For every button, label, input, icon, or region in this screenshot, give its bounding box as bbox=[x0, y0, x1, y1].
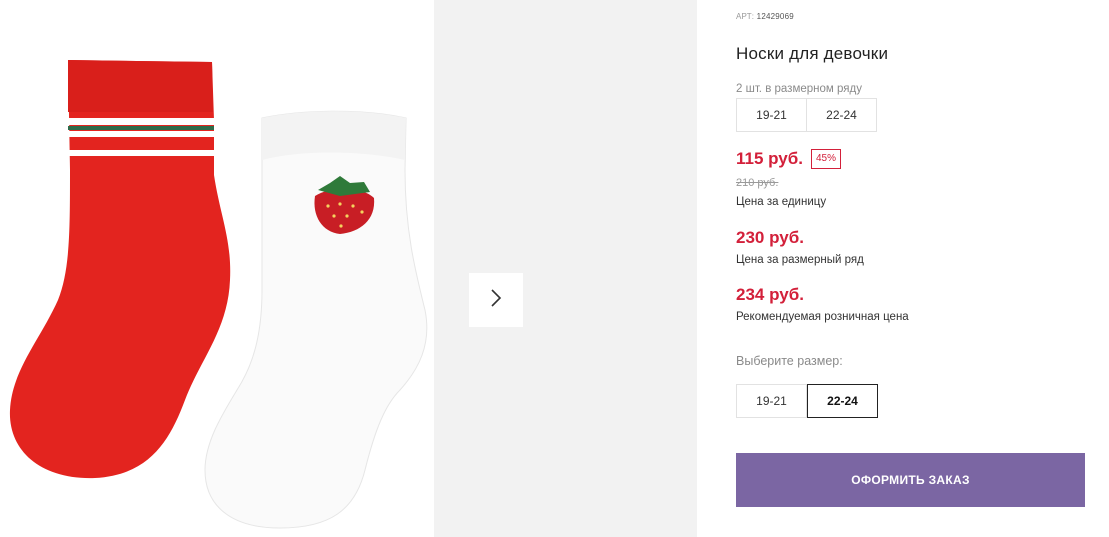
unit-price: 115 руб. bbox=[736, 149, 803, 168]
product-info: АРТ: 12429069 Носки для девочки 2 шт. в … bbox=[736, 0, 1086, 537]
chevron-right-icon bbox=[489, 287, 503, 314]
pack-size-cell: 19-21 bbox=[736, 98, 807, 132]
next-image-button[interactable] bbox=[469, 273, 523, 327]
row-price-caption: Цена за размерный ряд bbox=[736, 254, 864, 266]
place-order-button[interactable]: ОФОРМИТЬ ЗАКАЗ bbox=[736, 453, 1085, 507]
row-price: 230 руб. bbox=[736, 228, 804, 247]
article-number: АРТ: 12429069 bbox=[736, 12, 794, 21]
secondary-photo-panel bbox=[434, 0, 697, 537]
product-gallery bbox=[0, 0, 697, 537]
product-photo bbox=[0, 0, 434, 537]
discount-badge: 45% bbox=[811, 149, 842, 169]
article-value: 12429069 bbox=[756, 12, 794, 21]
retail-price: 234 руб. bbox=[736, 285, 804, 304]
article-label: АРТ: bbox=[736, 12, 755, 21]
size-option-19-21[interactable]: 19-21 bbox=[736, 384, 807, 418]
old-price: 210 руб. bbox=[736, 177, 779, 189]
size-picker-label: Выберите размер: bbox=[736, 354, 843, 368]
pack-sizes: 19-21 22-24 bbox=[736, 98, 877, 132]
size-option-22-24[interactable]: 22-24 bbox=[807, 384, 878, 418]
unit-price-caption: Цена за единицу bbox=[736, 196, 827, 208]
socks-image bbox=[9, 60, 428, 529]
size-picker: 19-21 22-24 bbox=[736, 384, 878, 418]
pack-size-cell: 22-24 bbox=[806, 98, 877, 132]
product-title: Носки для девочки bbox=[736, 44, 889, 63]
retail-price-caption: Рекомендуемая розничная цена bbox=[736, 311, 909, 323]
pack-label: 2 шт. в размерном ряду bbox=[736, 83, 862, 95]
unit-price-row: 115 руб. 45% bbox=[736, 149, 842, 169]
